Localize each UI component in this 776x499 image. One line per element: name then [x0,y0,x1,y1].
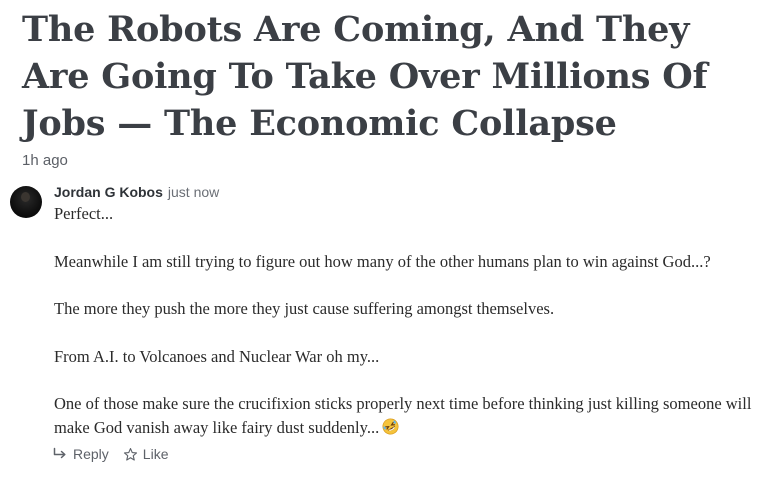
comment-actions: Reply Like [52,446,754,462]
reply-label: Reply [73,446,109,462]
rolling-on-floor-laughing-icon [382,418,399,442]
comment: Jordan G Kobos just now Perfect... Meanwh… [10,183,754,462]
comment-text: Perfect... Meanwhile I am still trying t… [54,202,754,442]
like-label: Like [142,446,169,462]
comment-paragraph-text: One of those make sure the crucifixion s… [54,394,752,437]
comment-paragraph-last: One of those make sure the crucifixion s… [54,392,754,442]
like-button[interactable]: Like [123,446,169,462]
comment-header: Jordan G Kobos just now [54,183,754,201]
comment-paragraph: Perfect... [54,204,114,223]
page: The Robots Are Coming, And They Are Goin… [0,0,776,499]
reply-icon [53,447,66,459]
avatar-image [21,192,30,202]
reply-button[interactable]: Reply [52,446,109,462]
avatar[interactable] [10,186,42,218]
comment-paragraph: The more they push the more they just ca… [54,299,555,318]
comment-paragraph: From A.I. to Volcanoes and Nuclear War o… [54,346,380,366]
comment-author[interactable]: Jordan G Kobos [54,184,163,200]
star-icon [123,447,137,461]
comment-paragraph: Meanwhile I am still trying to figure ou… [54,251,711,271]
comment-body: Jordan G Kobos just now Perfect... Meanwh… [52,183,754,462]
comment-timestamp: just now [167,184,220,200]
article-title: The Robots Are Coming, And They Are Goin… [22,9,708,144]
article-time-ago: 1h ago [22,152,68,169]
